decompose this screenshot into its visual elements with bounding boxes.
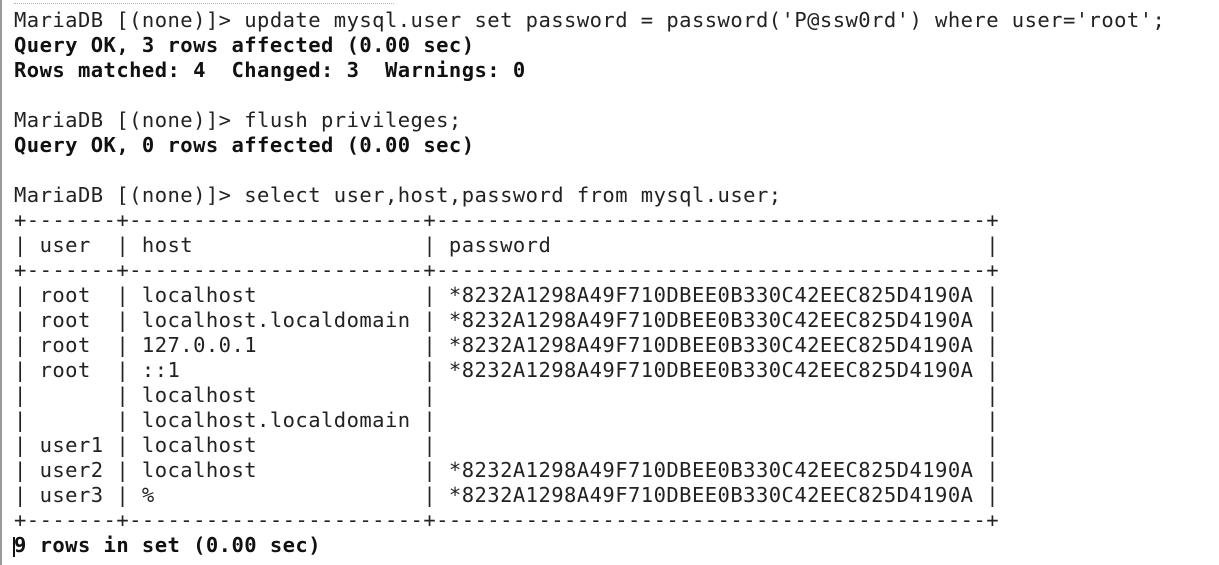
terminal-line: 9 rows in set (0.00 sec) [14,533,322,557]
terminal-line: MariaDB [(none)]> flush privileges; [14,108,462,132]
table-border: +-------+-----------------------+-------… [14,208,999,232]
terminal-line: MariaDB [(none)]> select user,host,passw… [14,183,782,207]
table-row: | root | ::1 | *8232A1298A49F710DBEE0B33… [14,358,999,382]
terminal-window[interactable]: MariaDB [(none)]> update mysql.user set … [0,0,1219,565]
terminal-line: Query OK, 3 rows affected (0.00 sec) [14,33,475,57]
table-row: | user2 | localhost | *8232A1298A49F710D… [14,458,999,482]
table-row: | | localhost | | [14,383,999,407]
table-row: | | localhost.localdomain | | [14,408,999,432]
terminal-line: Rows matched: 4 Changed: 3 Warnings: 0 [14,58,526,82]
terminal-line: MariaDB [(none)]> update mysql.user set … [14,8,1166,32]
table-row: | root | localhost.localdomain | *8232A1… [14,308,999,332]
table-border: +-------+-----------------------+-------… [14,508,999,532]
text-cursor [13,537,15,557]
table-row: | root | 127.0.0.1 | *8232A1298A49F710DB… [14,333,999,357]
table-row: | user3 | % | *8232A1298A49F710DBEE0B330… [14,483,999,507]
table-row: | user1 | localhost | | [14,433,999,457]
table-header-row: | user | host | password | [14,233,999,257]
clipped-previous-line [14,0,394,4]
table-row: | root | localhost | *8232A1298A49F710DB… [14,283,999,307]
terminal-line: Query OK, 0 rows affected (0.00 sec) [14,133,475,157]
table-border: +-------+-----------------------+-------… [14,258,999,282]
terminal-output: MariaDB [(none)]> update mysql.user set … [14,8,1165,558]
